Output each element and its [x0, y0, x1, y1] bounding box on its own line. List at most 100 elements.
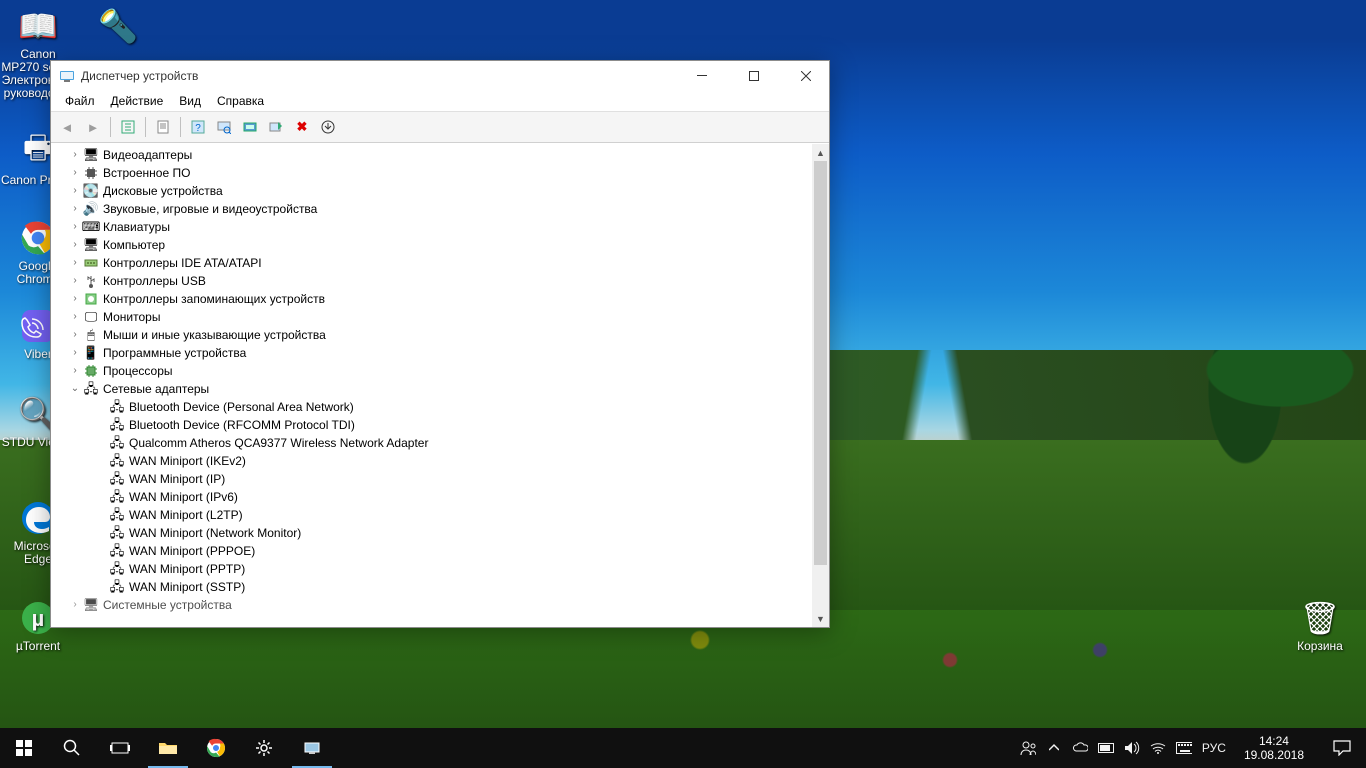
- scroll-thumb[interactable]: [814, 161, 827, 565]
- expand-toggle[interactable]: ⌄: [69, 380, 81, 398]
- help-button[interactable]: ?: [186, 115, 210, 139]
- taskbar-device-manager[interactable]: [288, 728, 336, 768]
- uninstall-device-button[interactable]: ✖: [290, 115, 314, 139]
- tree-category[interactable]: ›🖥Системные устройства: [51, 596, 812, 614]
- expand-toggle[interactable]: ›: [69, 182, 81, 200]
- expand-toggle[interactable]: ›: [69, 344, 81, 362]
- taskbar-chrome[interactable]: [192, 728, 240, 768]
- nav-back-button[interactable]: ◄: [55, 115, 79, 139]
- scrollbar[interactable]: ▲ ▼: [812, 144, 829, 627]
- tree-category[interactable]: ⌄🖧Сетевые адаптеры: [51, 380, 812, 398]
- tree-label: WAN Miniport (IPv6): [129, 488, 238, 506]
- people-icon[interactable]: [1020, 740, 1036, 756]
- start-button[interactable]: [0, 728, 48, 768]
- menu-view[interactable]: Вид: [173, 93, 207, 109]
- tree-device[interactable]: ·🖧WAN Miniport (L2TP): [51, 506, 812, 524]
- update-driver-button[interactable]: [238, 115, 262, 139]
- tree-category[interactable]: ›📱Программные устройства: [51, 344, 812, 362]
- separator: [180, 117, 181, 137]
- battery-icon[interactable]: [1098, 740, 1114, 756]
- minimize-button[interactable]: [679, 61, 725, 91]
- tree-category[interactable]: ›⌨Клавиатуры: [51, 218, 812, 236]
- desktop-icon-label: µTorrent: [0, 640, 76, 653]
- system-tray: РУС 14:24 19.08.2018: [1014, 728, 1318, 768]
- tray-overflow-icon[interactable]: [1046, 740, 1062, 756]
- desktop-icon-flashlight[interactable]: 🔦: [80, 6, 156, 48]
- tree-device[interactable]: ·🖧Qualcomm Atheros QCA9377 Wireless Netw…: [51, 434, 812, 452]
- tree-device[interactable]: ·🖧Bluetooth Device (RFCOMM Protocol TDI): [51, 416, 812, 434]
- task-view-button[interactable]: [96, 728, 144, 768]
- category-icon: [83, 363, 99, 379]
- volume-icon[interactable]: [1124, 740, 1140, 756]
- tree-device[interactable]: ·🖧WAN Miniport (SSTP): [51, 578, 812, 596]
- expand-toggle[interactable]: ›: [69, 254, 81, 272]
- install-legacy-button[interactable]: [316, 115, 340, 139]
- device-tree[interactable]: ›🖥Видеоадаптеры›Встроенное ПО›💽Дисковые …: [51, 144, 812, 627]
- menu-help[interactable]: Справка: [211, 93, 270, 109]
- search-button[interactable]: [48, 728, 96, 768]
- expand-toggle[interactable]: ›: [69, 236, 81, 254]
- tree-device[interactable]: ·🖧WAN Miniport (IP): [51, 470, 812, 488]
- close-button[interactable]: [783, 61, 829, 91]
- tree-device[interactable]: ·🖧WAN Miniport (IKEv2): [51, 452, 812, 470]
- nav-forward-button[interactable]: ►: [81, 115, 105, 139]
- scroll-track[interactable]: [812, 161, 829, 610]
- titlebar[interactable]: Диспетчер устройств: [51, 61, 829, 91]
- expand-toggle[interactable]: ›: [69, 596, 81, 614]
- device-manager-window: Диспетчер устройств Файл Действие Вид Сп…: [50, 60, 830, 628]
- expand-toggle[interactable]: ›: [69, 362, 81, 380]
- expand-toggle[interactable]: ›: [69, 164, 81, 182]
- device-icon: 🖧: [109, 435, 125, 451]
- expand-toggle[interactable]: ›: [69, 146, 81, 164]
- keyboard-icon[interactable]: [1176, 740, 1192, 756]
- expand-toggle[interactable]: ›: [69, 272, 81, 290]
- clock[interactable]: 14:24 19.08.2018: [1236, 734, 1312, 762]
- tree-label: Мониторы: [103, 308, 160, 326]
- menu-action[interactable]: Действие: [105, 93, 170, 109]
- show-hide-tree-button[interactable]: [116, 115, 140, 139]
- tree-device[interactable]: ·🖧WAN Miniport (PPTP): [51, 560, 812, 578]
- maximize-button[interactable]: [731, 61, 777, 91]
- language-indicator[interactable]: РУС: [1202, 740, 1226, 756]
- scan-button[interactable]: [212, 115, 236, 139]
- expand-toggle[interactable]: ›: [69, 308, 81, 326]
- menu-file[interactable]: Файл: [59, 93, 101, 109]
- category-icon: [83, 291, 99, 307]
- svg-text:?: ?: [195, 123, 201, 134]
- tree-category[interactable]: ›Контроллеры IDE ATA/ATAPI: [51, 254, 812, 272]
- desktop-icon-recycle-bin[interactable]: 🗑Корзина: [1282, 598, 1358, 653]
- expand-toggle[interactable]: ›: [69, 218, 81, 236]
- expand-toggle[interactable]: ›: [69, 200, 81, 218]
- tree-category[interactable]: ›🖥Компьютер: [51, 236, 812, 254]
- tree-category[interactable]: ›🔊Звуковые, игровые и видеоустройства: [51, 200, 812, 218]
- desktop[interactable]: 📖Canon MP270 series Электронное руководс…: [0, 0, 1366, 768]
- tree-label: Контроллеры USB: [103, 272, 206, 290]
- tree-category[interactable]: ›💽Дисковые устройства: [51, 182, 812, 200]
- tree-device[interactable]: ·🖧WAN Miniport (Network Monitor): [51, 524, 812, 542]
- tree-category[interactable]: ›🖱Мыши и иные указывающие устройства: [51, 326, 812, 344]
- tree-device[interactable]: ·🖧WAN Miniport (PPPOE): [51, 542, 812, 560]
- enable-device-button[interactable]: [264, 115, 288, 139]
- tree-category[interactable]: ›Процессоры: [51, 362, 812, 380]
- properties-button[interactable]: [151, 115, 175, 139]
- tree-category[interactable]: ›🖵Мониторы: [51, 308, 812, 326]
- onedrive-icon[interactable]: [1072, 740, 1088, 756]
- tree-category[interactable]: ›🖥Видеоадаптеры: [51, 146, 812, 164]
- tree-category[interactable]: ›Контроллеры запоминающих устройств: [51, 290, 812, 308]
- expand-toggle[interactable]: ›: [69, 290, 81, 308]
- taskbar-file-explorer[interactable]: [144, 728, 192, 768]
- tree-device[interactable]: ·🖧WAN Miniport (IPv6): [51, 488, 812, 506]
- tree-label: WAN Miniport (PPPOE): [129, 542, 255, 560]
- wifi-icon[interactable]: [1150, 740, 1166, 756]
- scroll-down-button[interactable]: ▼: [812, 610, 829, 627]
- tree-category[interactable]: ›Встроенное ПО: [51, 164, 812, 182]
- tree-label: WAN Miniport (PPTP): [129, 560, 245, 578]
- device-icon: 🖧: [109, 561, 125, 577]
- tree-category[interactable]: › Контроллеры USB: [51, 272, 812, 290]
- taskbar-settings[interactable]: [240, 728, 288, 768]
- scroll-up-button[interactable]: ▲: [812, 144, 829, 161]
- category-icon: 🔊: [83, 201, 99, 217]
- expand-toggle[interactable]: ›: [69, 326, 81, 344]
- tree-device[interactable]: ·🖧Bluetooth Device (Personal Area Networ…: [51, 398, 812, 416]
- action-center-button[interactable]: [1318, 728, 1366, 768]
